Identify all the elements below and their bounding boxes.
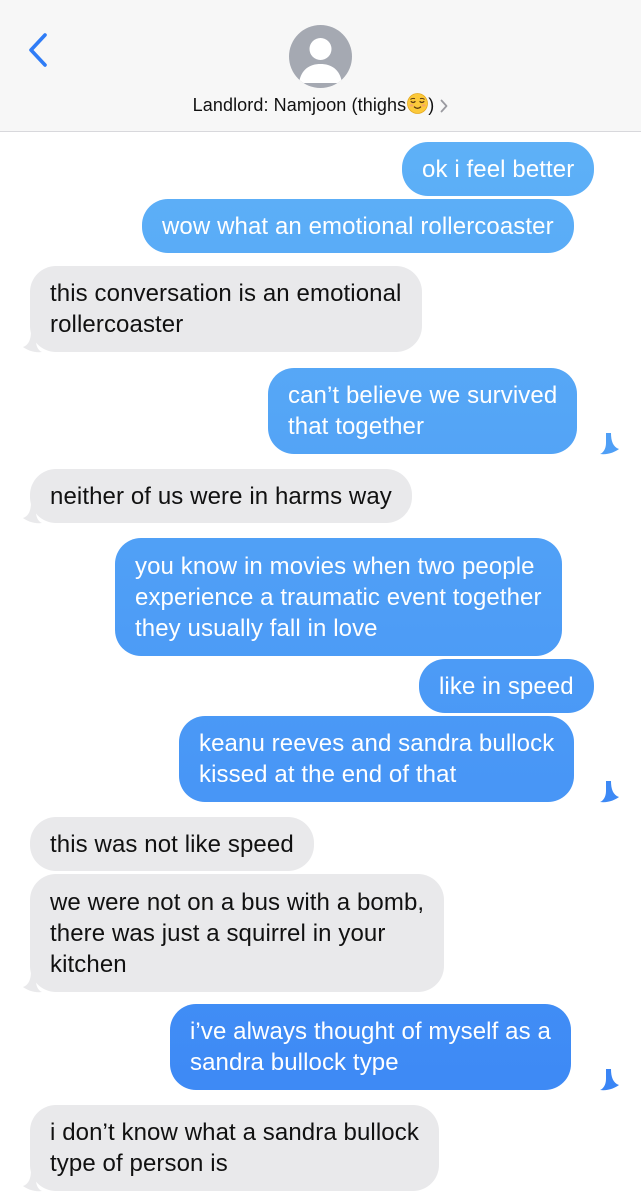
- message-text: this conversation is an emotional: [50, 280, 402, 307]
- message-bubble-sent[interactable]: can’t believe we survived that together: [268, 368, 578, 454]
- message-bubble-sent[interactable]: ok i feel better: [402, 142, 595, 196]
- message-text: kitchen: [50, 950, 127, 978]
- bubble-tail-received: [23, 971, 42, 993]
- person-silhouette-icon: [299, 38, 342, 83]
- message-bubble-sent[interactable]: i’ve always thought of myself as a sandr…: [170, 1004, 571, 1090]
- message-text: like in speed: [439, 672, 574, 700]
- message-text: sandra bullock type: [190, 1049, 399, 1076]
- bubble-tail-sent: [600, 1069, 619, 1091]
- message-bubble-sent[interactable]: you know in movies when two people exper…: [115, 538, 562, 656]
- message-text: kissed at the end of that: [199, 761, 457, 788]
- bubble-tail-received: [23, 331, 42, 353]
- message-text: this was not like speed: [50, 830, 294, 858]
- chevron-left-icon: [29, 33, 47, 67]
- message-bubble-received[interactable]: neither of us were in harms way: [30, 469, 412, 523]
- message-text: rollercoaster: [50, 311, 184, 338]
- message-text: we were not on a bus with a bomb,: [50, 888, 425, 916]
- message-text: type of person is: [50, 1150, 228, 1177]
- message-bubble-received[interactable]: i don’t know what a sandra bullock type …: [30, 1105, 439, 1191]
- message-text: ok i feel better: [422, 155, 575, 183]
- bubble-tail-received: [23, 502, 42, 524]
- back-button[interactable]: [20, 30, 56, 70]
- message-text: that together: [288, 413, 425, 440]
- message-text: keanu reeves and sandra bullock: [199, 730, 555, 757]
- bubble-tail-sent: [600, 433, 619, 455]
- bubble-tail-sent: [600, 781, 619, 803]
- message-text: i don’t know what a sandra bullock: [50, 1119, 419, 1146]
- contact-avatar[interactable]: [289, 25, 352, 88]
- contact-name-suffix: ): [428, 95, 435, 115]
- message-text: there was just a squirrel in your: [50, 919, 386, 947]
- message-bubble-received[interactable]: we were not on a bus with a bomb, there …: [30, 874, 445, 992]
- message-text: you know in movies when two people: [135, 552, 535, 580]
- message-text: experience a traumatic event together: [135, 583, 542, 611]
- message-bubble-received[interactable]: this conversation is an emotional roller…: [30, 266, 422, 352]
- message-text: wow what an emotional rollercoaster: [162, 212, 554, 240]
- message-text: can’t believe we survived: [288, 382, 558, 409]
- bubble-tail-received: [23, 1170, 42, 1192]
- conversation-header: Landlord: Namjoon (thighs ): [0, 0, 641, 132]
- message-bubble-sent[interactable]: wow what an emotional rollercoaster: [142, 199, 574, 253]
- message-text: i’ve always thought of myself as a: [190, 1018, 551, 1045]
- contact-name: Landlord: Namjoon (thighs: [192, 95, 407, 115]
- relieved-face-emoji-icon: [407, 93, 429, 119]
- message-bubble-received[interactable]: this was not like speed: [30, 817, 314, 871]
- message-bubble-sent[interactable]: like in speed: [419, 659, 594, 713]
- contact-name-button[interactable]: Landlord: Namjoon (thighs ): [0, 93, 641, 119]
- message-text: neither of us were in harms way: [50, 482, 392, 510]
- message-thread[interactable]: ok i feel better wow what an emotional r…: [0, 132, 641, 1200]
- message-bubble-sent[interactable]: keanu reeves and sandra bullock kissed a…: [179, 716, 575, 802]
- chevron-right-icon: [440, 97, 448, 118]
- message-text: they usually fall in love: [135, 614, 378, 642]
